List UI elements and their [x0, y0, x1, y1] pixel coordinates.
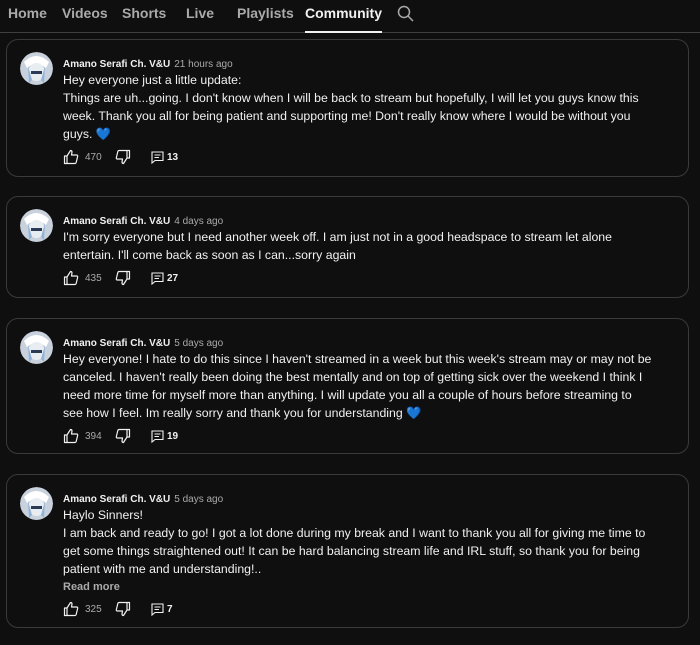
avatar[interactable]	[20, 52, 53, 85]
comment-icon	[151, 430, 164, 443]
avatar[interactable]	[20, 209, 53, 242]
post-text: Hey everyone just a little update: Thing…	[63, 71, 653, 143]
post-text: Haylo Sinners! I am back and ready to go…	[63, 506, 653, 596]
tab-playlists[interactable]: Playlists	[237, 5, 294, 31]
post-author[interactable]: Amano Serafi Ch. V&U	[63, 338, 170, 349]
comment-count: 7	[167, 604, 173, 615]
post-header: Amano Serafi Ch. V&U 21 hours ago	[63, 54, 233, 72]
like-icon[interactable]	[63, 428, 79, 444]
post-line: Hey everyone! I hate to do this since I …	[63, 352, 652, 420]
post-text: I'm sorry everyone but I need another we…	[63, 228, 653, 264]
post-line: Haylo Sinners!	[63, 508, 143, 522]
community-post: Amano Serafi Ch. V&U 5 days ago Haylo Sin…	[6, 474, 689, 628]
post-author[interactable]: Amano Serafi Ch. V&U	[63, 494, 170, 505]
like-count: 470	[85, 152, 102, 163]
post-line: I am back and ready to go! I got a lot d…	[63, 526, 646, 576]
avatar[interactable]	[20, 487, 53, 520]
like-count: 394	[85, 431, 102, 442]
community-post: Amano Serafi Ch. V&U 21 hours ago Hey eve…	[6, 39, 689, 177]
post-author[interactable]: Amano Serafi Ch. V&U	[63, 59, 170, 70]
tab-shorts[interactable]: Shorts	[122, 5, 166, 31]
comment-icon	[151, 603, 164, 616]
post-time[interactable]: 21 hours ago	[174, 59, 232, 70]
like-icon[interactable]	[63, 149, 79, 165]
post-line: Hey everyone just a little update:	[63, 73, 242, 87]
avatar[interactable]	[20, 331, 53, 364]
post-line: Things are uh...going. I don't know when…	[63, 91, 639, 141]
post-header: Amano Serafi Ch. V&U 5 days ago	[63, 333, 223, 351]
tab-videos[interactable]: Videos	[62, 5, 108, 31]
tab-live[interactable]: Live	[186, 5, 214, 31]
dislike-icon[interactable]	[115, 428, 131, 444]
comment-icon	[151, 151, 164, 164]
community-post: Amano Serafi Ch. V&U 5 days ago Hey every…	[6, 318, 689, 454]
dislike-icon[interactable]	[115, 270, 131, 286]
post-author[interactable]: Amano Serafi Ch. V&U	[63, 216, 170, 227]
like-count: 435	[85, 273, 102, 284]
post-time[interactable]: 5 days ago	[174, 338, 223, 349]
post-header: Amano Serafi Ch. V&U 5 days ago	[63, 489, 223, 507]
comment-icon	[151, 272, 164, 285]
comment-count: 13	[167, 152, 179, 163]
read-more-link[interactable]: Read more	[63, 578, 653, 596]
like-count: 325	[85, 604, 102, 615]
dislike-icon[interactable]	[115, 601, 131, 617]
channel-tabs: Home Videos Shorts Live Playlists Commun…	[0, 0, 700, 33]
comment-count: 27	[167, 273, 179, 284]
tab-community[interactable]: Community	[305, 5, 382, 33]
post-line: I'm sorry everyone but I need another we…	[63, 230, 612, 262]
like-icon[interactable]	[63, 601, 79, 617]
dislike-icon[interactable]	[115, 149, 131, 165]
post-text: Hey everyone! I hate to do this since I …	[63, 350, 653, 422]
like-icon[interactable]	[63, 270, 79, 286]
post-time[interactable]: 5 days ago	[174, 494, 223, 505]
tab-home[interactable]: Home	[8, 5, 47, 31]
post-header: Amano Serafi Ch. V&U 4 days ago	[63, 211, 223, 229]
post-time[interactable]: 4 days ago	[174, 216, 223, 227]
search-icon[interactable]	[396, 4, 416, 24]
community-post: Amano Serafi Ch. V&U 4 days ago I'm sorry…	[6, 196, 689, 298]
comment-count: 19	[167, 431, 179, 442]
